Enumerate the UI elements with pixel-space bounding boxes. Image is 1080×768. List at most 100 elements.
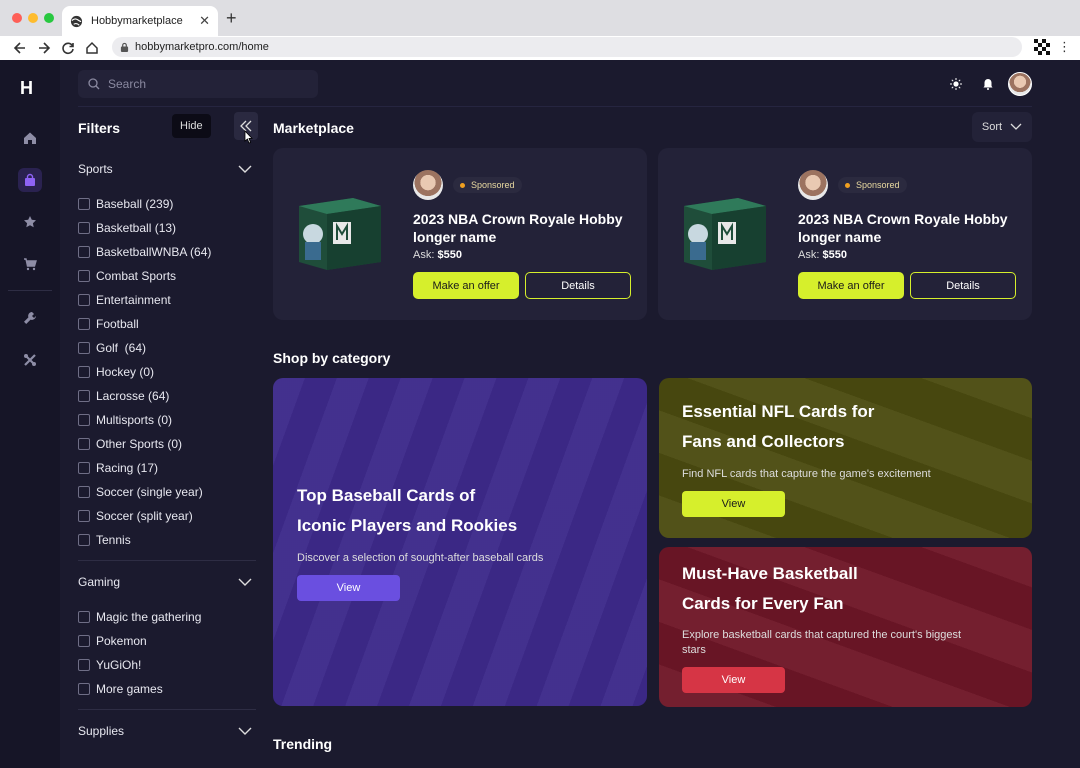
make-offer-button[interactable]: Make an offer [413,272,519,299]
filter-group-divider [78,709,256,710]
shopping-bag-icon[interactable] [18,168,42,192]
filter-option-football[interactable]: Football [78,312,256,336]
bell-icon[interactable] [982,78,994,90]
cart-icon[interactable] [18,252,42,276]
gaming-group-header[interactable]: Gaming [78,575,252,589]
filter-option-pokemon[interactable]: Pokemon [78,629,256,653]
filter-option-combat-sports[interactable]: Combat Sports [78,264,256,288]
checkbox[interactable] [78,318,90,330]
category-description: Explore basketball cards that captured t… [682,629,962,641]
view-button[interactable]: View [682,491,785,517]
filter-option-magic[interactable]: Magic the gathering [78,605,256,629]
sponsored-label: Sponsored [471,180,515,190]
make-offer-button[interactable]: Make an offer [798,272,904,299]
category-card-basketball[interactable]: Must-Have Basketball Cards for Every Fan… [659,547,1032,707]
checkbox[interactable] [78,438,90,450]
checkbox[interactable] [78,659,90,671]
checkbox[interactable] [78,635,90,647]
checkbox[interactable] [78,246,90,258]
back-arrow-icon[interactable] [8,38,32,58]
filter-option-soccer-split[interactable]: Soccer (split year) [78,504,256,528]
details-button[interactable]: Details [525,272,631,299]
category-title-line: Iconic Players and Rookies [297,516,518,535]
chevron-down-icon [238,578,252,586]
filter-option-golf[interactable]: Golf (64) [78,336,256,360]
globe-icon [70,15,83,27]
filter-option-yugioh[interactable]: YuGiOh! [78,653,256,677]
rail-divider [8,290,52,291]
reload-icon[interactable] [56,38,80,58]
filter-option-racing[interactable]: Racing (17) [78,456,256,480]
sports-list: Baseball (239) Basketball (13) Basketbal… [78,192,256,552]
checkbox[interactable] [78,198,90,210]
nav-bar: hobbymarketpro.com/home ⋮ [0,36,1080,60]
checkbox[interactable] [78,222,90,234]
close-tab-icon[interactable]: ✕ [199,13,210,29]
filter-option-more-games[interactable]: More games [78,677,256,701]
user-avatar[interactable] [1008,72,1032,96]
sports-group-header[interactable]: Sports [78,162,252,176]
product-card[interactable]: Sponsored 2023 NBA Crown Royale Hobby lo… [658,148,1032,320]
sort-button[interactable]: Sort [972,112,1032,142]
search-input[interactable]: Search [78,70,318,98]
star-icon[interactable] [18,210,42,234]
view-button[interactable]: View [297,575,400,601]
filter-option-entertainment[interactable]: Entertainment [78,288,256,312]
tools-icon[interactable] [18,348,42,372]
logo[interactable]: H [20,78,33,99]
sun-icon[interactable] [950,78,962,90]
details-button[interactable]: Details [910,272,1016,299]
new-tab-button[interactable]: + [226,8,237,29]
filter-label: Soccer (single year) [96,485,203,499]
checkbox[interactable] [78,270,90,282]
minimize-window-button[interactable] [28,13,38,23]
product-card[interactable]: Sponsored 2023 NBA Crown Royale Hobby lo… [273,148,647,320]
filter-label: Golf (64) [96,341,147,355]
filter-option-soccer-single[interactable]: Soccer (single year) [78,480,256,504]
chevron-down-icon [238,727,252,735]
filter-option-other-sports[interactable]: Other Sports (0) [78,432,256,456]
address-bar[interactable]: hobbymarketpro.com/home [112,37,1022,57]
checkbox[interactable] [78,414,90,426]
checkbox[interactable] [78,342,90,354]
filter-label: Soccer (split year) [96,509,193,523]
checkbox[interactable] [78,683,90,695]
filter-option-multisports[interactable]: Multisports (0) [78,408,256,432]
view-button[interactable]: View [682,667,785,693]
browser-menu-icon[interactable]: ⋮ [1058,39,1071,55]
product-title[interactable]: 2023 NBA Crown Royale Hobby longer name [798,210,1018,246]
checkbox[interactable] [78,294,90,306]
forward-arrow-icon[interactable] [32,38,56,58]
filter-option-basketball-wnba[interactable]: BasketballWNBA (64) [78,240,256,264]
checkbox[interactable] [78,366,90,378]
ask-value: $550 [822,249,847,261]
product-title[interactable]: 2023 NBA Crown Royale Hobby longer name [413,210,633,246]
category-card-nfl[interactable]: Essential NFL Cards for Fans and Collect… [659,378,1032,538]
extension-icon[interactable] [1034,39,1050,55]
filter-option-baseball[interactable]: Baseball (239) [78,192,256,216]
seller-avatar[interactable] [413,170,443,200]
checkbox[interactable] [78,486,90,498]
lock-icon [120,42,129,52]
filter-option-lacrosse[interactable]: Lacrosse (64) [78,384,256,408]
checkbox[interactable] [78,390,90,402]
wrench-icon[interactable] [18,306,42,330]
checkbox[interactable] [78,510,90,522]
filter-option-hockey[interactable]: Hockey (0) [78,360,256,384]
category-title-line: Must-Have Basketball [682,564,858,583]
product-box-image [684,198,766,270]
home-browser-icon[interactable] [80,38,104,58]
seller-avatar[interactable] [798,170,828,200]
category-card-baseball[interactable]: Top Baseball Cards of Iconic Players and… [273,378,647,706]
checkbox[interactable] [78,611,90,623]
checkbox[interactable] [78,534,90,546]
close-window-button[interactable] [12,13,22,23]
maximize-window-button[interactable] [44,13,54,23]
browser-tab[interactable]: Hobbymarketplace ✕ [62,6,218,36]
filter-label: Baseball (239) [96,197,174,211]
checkbox[interactable] [78,462,90,474]
filter-option-tennis[interactable]: Tennis [78,528,256,552]
filter-option-basketball[interactable]: Basketball (13) [78,216,256,240]
supplies-group-header[interactable]: Supplies [78,724,252,738]
home-icon[interactable] [18,126,42,150]
